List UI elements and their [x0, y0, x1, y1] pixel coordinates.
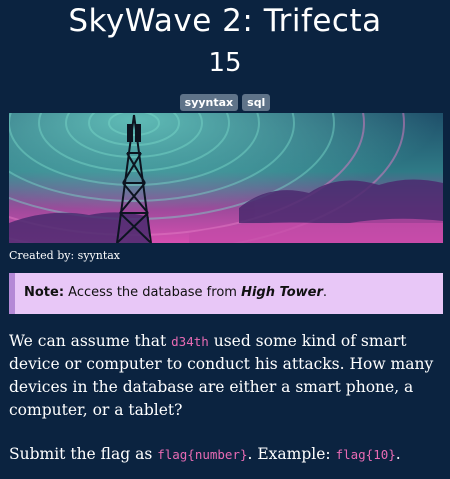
challenge-banner-image	[9, 113, 443, 243]
note-label: Note:	[24, 285, 65, 300]
flag-format-code: flag{number}	[157, 447, 248, 462]
tag-syyntax[interactable]: syyntax	[179, 94, 239, 111]
description-paragraph: We can assume that d34th used some kind …	[9, 330, 443, 422]
flag-format-text: Submit the flag as	[9, 445, 158, 463]
tag-list: syyntax sql	[0, 94, 450, 111]
flag-format-paragraph: Submit the flag as flag{number}. Example…	[9, 443, 443, 466]
note-text: Access the database from	[64, 285, 242, 300]
flag-format-text-end: .	[395, 445, 401, 463]
note-callout: Note: Access the database from High Towe…	[9, 273, 443, 314]
challenge-title: SkyWave 2: Trifecta	[68, 3, 382, 39]
created-by-label: Created by: syyntax	[9, 249, 121, 262]
username-code: d34th	[171, 334, 209, 349]
flag-example-label: . Example:	[247, 445, 336, 463]
tag-sql[interactable]: sql	[242, 94, 271, 111]
description-text: We can assume that	[9, 332, 172, 350]
challenge-points: 15	[208, 48, 242, 78]
note-text-end: .	[322, 285, 328, 300]
flag-example-code: flag{10}	[335, 447, 396, 462]
note-emphasis: High Tower	[241, 285, 323, 300]
